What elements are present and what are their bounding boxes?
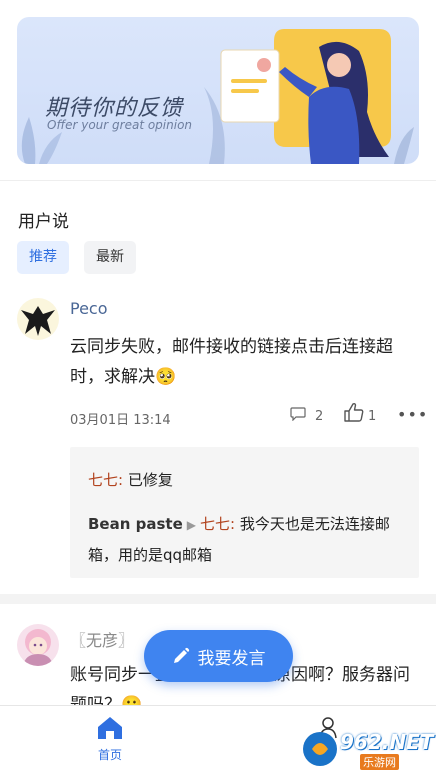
tab-recommended[interactable]: 推荐 bbox=[17, 241, 69, 274]
nav-home-label: 首页 bbox=[97, 748, 122, 762]
reply-item: Bean paste ▶ 七七: 我今天也是无法连接邮箱，用的是qq邮箱 bbox=[88, 509, 406, 570]
like-count: 1 bbox=[368, 409, 377, 424]
reply-box[interactable]: 七七: 已修复 Bean paste ▶ 七七: 我今天也是无法连接邮箱，用的是qq… bbox=[70, 447, 419, 578]
section-divider bbox=[0, 594, 436, 604]
banner-subtitle: Offer your great opinion bbox=[47, 118, 193, 132]
divider bbox=[0, 180, 436, 181]
post-username[interactable]: Peco bbox=[70, 299, 108, 318]
post-comment-label: 我要发言 bbox=[197, 648, 266, 669]
reply-author[interactable]: Bean paste bbox=[88, 515, 183, 533]
pencil-icon bbox=[173, 647, 189, 663]
section-title: 用户说 bbox=[18, 212, 69, 232]
watermark-brand: 962.NET bbox=[340, 730, 434, 754]
watermark-icon bbox=[303, 732, 337, 766]
nav-home[interactable]: 首页 bbox=[87, 716, 133, 763]
avatar[interactable] bbox=[17, 298, 59, 340]
post-text[interactable]: 云同步失败，邮件接收的链接点击后连接超时，求解决🥺 bbox=[70, 332, 426, 392]
leaf-decoration-icon bbox=[21, 117, 62, 164]
post-comment-button[interactable]: 我要发言 bbox=[144, 630, 293, 682]
banner-illustration bbox=[204, 29, 414, 164]
watermark-sub: 乐游网 bbox=[360, 754, 399, 770]
home-icon bbox=[98, 717, 122, 739]
comment-icon[interactable] bbox=[290, 407, 306, 421]
feedback-banner[interactable]: 期待你的反馈 Offer your great opinion bbox=[17, 17, 419, 164]
reply-author[interactable]: 七七: bbox=[88, 471, 123, 489]
more-options-icon[interactable]: ••• bbox=[397, 405, 428, 424]
bottom-nav: 首页 962.NET 乐游网 bbox=[0, 705, 436, 775]
reply-target[interactable]: 七七: bbox=[200, 515, 235, 533]
watermark-logo: 962.NET 乐游网 bbox=[300, 729, 434, 770]
avatar[interactable] bbox=[17, 624, 59, 666]
post-date: 03月01日 13:14 bbox=[70, 413, 171, 428]
reply-arrow-icon: ▶ bbox=[186, 518, 196, 532]
tab-latest[interactable]: 最新 bbox=[84, 241, 136, 274]
thumbs-up-icon[interactable] bbox=[343, 402, 365, 422]
comment-count: 2 bbox=[315, 409, 324, 424]
post-username[interactable]: 〖无彦〗 bbox=[70, 627, 134, 651]
reply-text: 已修复 bbox=[127, 471, 173, 489]
reply-item: 七七: 已修复 bbox=[88, 469, 173, 490]
